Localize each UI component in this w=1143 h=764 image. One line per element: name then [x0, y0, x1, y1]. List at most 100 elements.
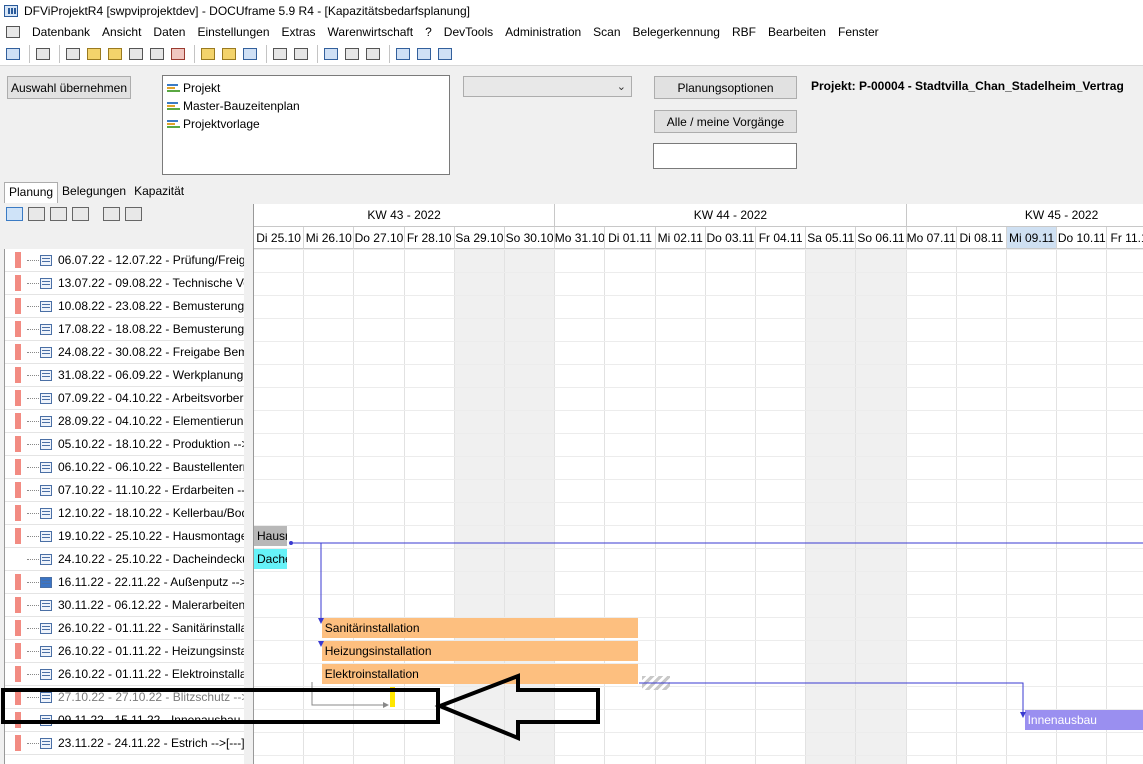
task-row[interactable]: 26.10.22 - 01.11.22 - Heizungsinstallat [5, 640, 244, 663]
zoom-in-icon[interactable] [343, 45, 361, 63]
task-row[interactable]: 10.08.22 - 23.08.22 - Bemusterung/Na [5, 295, 244, 318]
zoom-out-icon[interactable] [364, 45, 382, 63]
gantt-bar[interactable]: Heizungsinstallation [321, 641, 639, 661]
task-row[interactable]: 24.10.22 - 25.10.22 - Dacheindeckung [5, 548, 244, 571]
task-row[interactable]: 19.10.22 - 25.10.22 - Hausmontage - [5, 525, 244, 548]
row-gridline [254, 594, 1143, 595]
outline-view-icon[interactable] [6, 207, 23, 221]
tab-kapazität[interactable]: Kapazität [130, 182, 188, 201]
tree-connector [27, 627, 39, 629]
tree-connector [27, 558, 39, 560]
view-icon[interactable] [271, 45, 289, 63]
grid-icon[interactable] [394, 45, 412, 63]
menu-item[interactable]: ? [419, 25, 438, 39]
mdi-window-icon[interactable] [6, 26, 20, 38]
menu-item[interactable]: Belegerkennung [627, 25, 726, 39]
task-row[interactable]: 12.10.22 - 18.10.22 - Kellerbau/Boden [5, 502, 244, 525]
task-row[interactable]: 07.09.22 - 04.10.22 - Arbeitsvorbereitu [5, 387, 244, 410]
project-list-label: Projektvorlage [183, 117, 260, 131]
project-label: Projekt: P-00004 - Stadtvilla_Chan_Stade… [811, 79, 1124, 93]
task-row[interactable]: 09.11.22 - 15.11.22 - Innenausbau -- [5, 709, 244, 732]
task-icon [40, 622, 52, 634]
project-list-item[interactable]: Master-Bauzeitenplan [167, 97, 445, 115]
tree-connector [27, 374, 39, 376]
gallery-icon[interactable] [148, 45, 166, 63]
menu-item[interactable]: Administration [499, 25, 587, 39]
gantt-bar[interactable]: Hausmontage [254, 526, 287, 546]
menu-item[interactable]: DevTools [438, 25, 499, 39]
attachment-icon[interactable] [127, 45, 145, 63]
all-my-tasks-button[interactable]: Alle / meine Vorgänge [654, 110, 797, 133]
gantt-bar[interactable] [389, 687, 395, 707]
planning-combo[interactable]: ⌄ [463, 76, 632, 97]
task-row[interactable]: 05.10.22 - 18.10.22 - Produktion -->[ [5, 433, 244, 456]
gantt-bar[interactable]: Dacheindeckung [254, 549, 287, 569]
planning-options-button[interactable]: Planungsoptionen [654, 76, 797, 99]
table-view-icon[interactable] [50, 207, 67, 221]
back-icon[interactable] [4, 45, 22, 63]
task-row[interactable]: 30.11.22 - 06.12.22 - Malerarbeiten au [5, 594, 244, 617]
tree-connector [27, 535, 39, 537]
gantt-bar-label: Hausmontage [257, 529, 287, 543]
grid-view-icon[interactable] [72, 207, 89, 221]
task-row[interactable]: 16.11.22 - 22.11.22 - Außenputz -->[ [5, 571, 244, 594]
project-list-item[interactable]: Projekt [167, 79, 445, 97]
row-gridline [254, 525, 1143, 526]
task-icon [40, 415, 52, 427]
menu-item[interactable]: Bearbeiten [762, 25, 832, 39]
menu-item[interactable]: Daten [147, 25, 191, 39]
task-row[interactable]: 26.10.22 - 01.11.22 - Sanitärinstallatio [5, 617, 244, 640]
detail-view-icon[interactable] [28, 207, 45, 221]
task-row[interactable]: 06.10.22 - 06.10.22 - Baustellentermin [5, 456, 244, 479]
zoom-fit-icon[interactable] [322, 45, 340, 63]
title-bar: DFViProjektR4 [swpviprojektdev] - DOCUfr… [0, 0, 1143, 22]
task-row[interactable]: 23.11.22 - 24.11.22 - Estrich -->[---] [5, 732, 244, 755]
document-icon[interactable] [106, 45, 124, 63]
task-row[interactable]: 31.08.22 - 06.09.22 - Werkplanung -- [5, 364, 244, 387]
task-row[interactable]: 06.07.22 - 12.07.22 - Prüfung/Freigab [5, 249, 244, 272]
edit-tasks-icon[interactable] [103, 207, 120, 221]
task-icon [40, 576, 52, 588]
menu-item[interactable]: Fenster [832, 25, 885, 39]
gantt-bar[interactable]: Elektroinstallation [321, 664, 639, 684]
menu-item[interactable]: Scan [587, 25, 626, 39]
tab-bar: Planung Belegungen Kapazität [4, 182, 188, 203]
gantt-legend-icon[interactable] [125, 207, 142, 221]
tree-connector [27, 259, 39, 261]
report-icon[interactable] [436, 45, 454, 63]
print-icon[interactable] [34, 45, 52, 63]
menu-item[interactable]: Datenbank [26, 25, 96, 39]
task-row[interactable]: 28.09.22 - 04.10.22 - Elementierung - [5, 410, 244, 433]
select-button[interactable]: Auswahl übernehmen [7, 76, 131, 99]
tab-planung[interactable]: Planung [4, 182, 59, 203]
project-list-item[interactable]: Projektvorlage [167, 115, 445, 133]
chevron-down-icon[interactable]: ⌄ [617, 80, 626, 93]
list-icon[interactable] [85, 45, 103, 63]
task-row[interactable]: 13.07.22 - 09.08.22 - Technische Vorpl [5, 272, 244, 295]
search-icon[interactable] [292, 45, 310, 63]
task-label: 23.11.22 - 24.11.22 - Estrich -->[---] [58, 736, 244, 750]
task-row[interactable]: 07.10.22 - 11.10.22 - Erdarbeiten --> [5, 479, 244, 502]
menu-item[interactable]: Einstellungen [191, 25, 275, 39]
tree-connector [27, 581, 39, 583]
card-icon[interactable] [64, 45, 82, 63]
menu-item[interactable]: Ansicht [96, 25, 147, 39]
task-row[interactable]: 24.08.22 - 30.08.22 - Freigabe Bemust [5, 341, 244, 364]
filter-input[interactable] [653, 143, 797, 169]
menu-item[interactable]: RBF [726, 25, 762, 39]
task-row[interactable]: 26.10.22 - 01.11.22 - Elektroinstallatio [5, 663, 244, 686]
task-row[interactable]: 17.08.22 - 18.08.22 - Bemusterungster [5, 318, 244, 341]
menu-item[interactable]: Warenwirtschaft [322, 25, 420, 39]
tab-belegungen[interactable]: Belegungen [58, 182, 130, 201]
gantt-bar[interactable]: Sanitärinstallation [321, 618, 639, 638]
table-icon[interactable] [415, 45, 433, 63]
export-icon[interactable] [241, 45, 259, 63]
gantt-bar[interactable]: Innenausbau [1024, 710, 1143, 730]
open-folder-icon[interactable] [220, 45, 238, 63]
menu-item[interactable]: Extras [276, 25, 322, 39]
project-type-list[interactable]: Projekt Master-Bauzeitenplan Projektvorlag… [162, 75, 450, 175]
new-folder-icon[interactable] [199, 45, 217, 63]
tree-connector [27, 489, 39, 491]
calendar-icon[interactable] [169, 45, 187, 63]
task-row[interactable]: 27.10.22 - 27.10.22 - Blitzschutz -->[ [5, 686, 244, 709]
